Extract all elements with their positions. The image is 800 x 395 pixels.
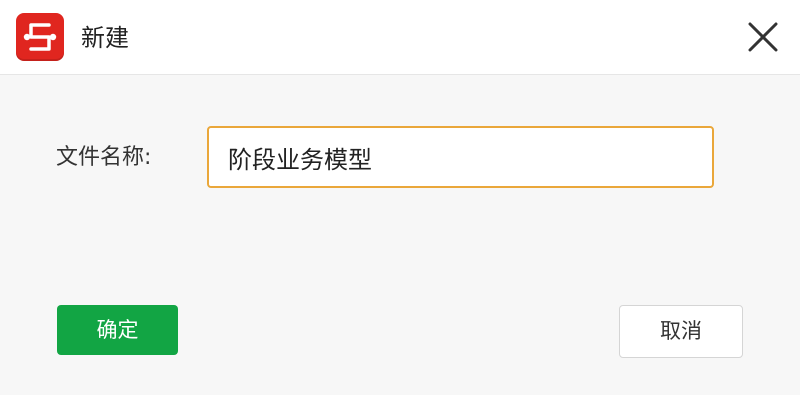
file-name-label: 文件名称: (56, 145, 152, 170)
close-icon[interactable] (742, 16, 784, 58)
new-file-dialog: 新建 文件名称: 确定 取消 (0, 0, 800, 395)
cancel-button[interactable]: 取消 (619, 305, 743, 358)
dialog-titlebar: 新建 (0, 0, 800, 75)
file-name-input[interactable] (207, 126, 714, 188)
dialog-title: 新建 (81, 24, 129, 52)
confirm-button[interactable]: 确定 (57, 305, 178, 355)
app-logo-icon (16, 13, 64, 61)
